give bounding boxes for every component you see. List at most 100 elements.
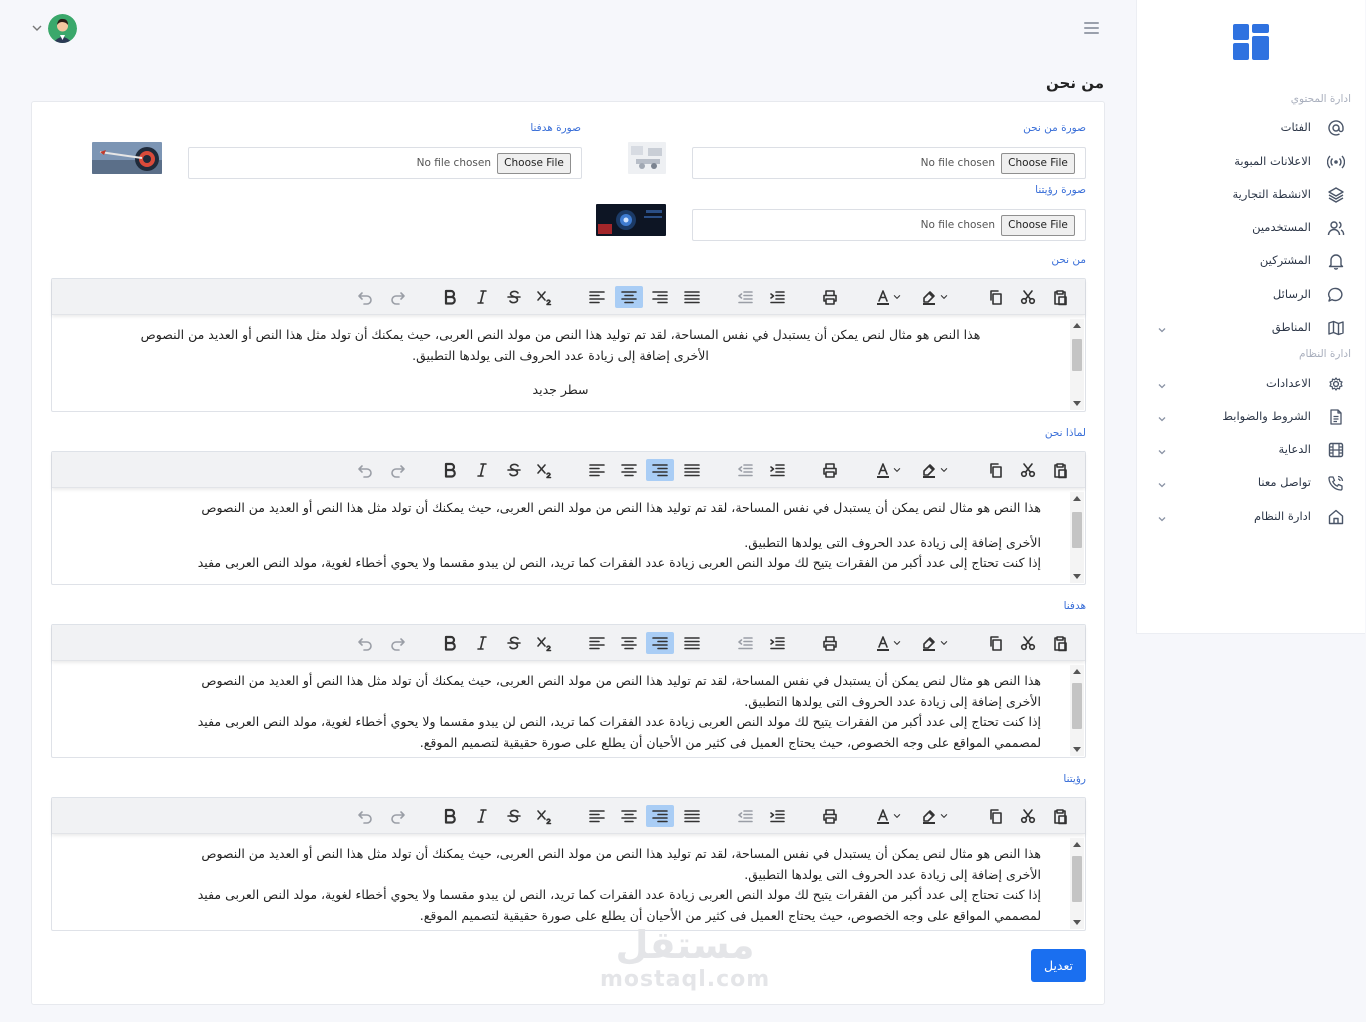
undo-icon[interactable] — [351, 459, 379, 481]
strikethrough-icon[interactable] — [500, 286, 528, 308]
sidebar-item-classified-ads[interactable]: الاعلانات المبوبة — [1136, 147, 1365, 177]
undo-icon[interactable] — [351, 632, 379, 654]
dashboard-logo-icon[interactable] — [1233, 24, 1269, 60]
strikethrough-icon[interactable] — [500, 632, 528, 654]
sidebar-item-subscribers[interactable]: المشتركين — [1136, 246, 1365, 276]
editor-scrollbar[interactable] — [1070, 838, 1084, 929]
choose-file-button[interactable]: Choose File — [497, 153, 571, 174]
highlight-color-dropdown-icon[interactable] — [937, 632, 951, 654]
italic-icon[interactable] — [468, 286, 496, 308]
print-icon[interactable] — [816, 805, 844, 827]
align-right-icon[interactable] — [646, 805, 674, 827]
highlight-color-dropdown-icon[interactable] — [937, 459, 951, 481]
indent-icon[interactable] — [763, 286, 791, 308]
font-color-dropdown-icon[interactable] — [890, 805, 904, 827]
sidebar-item-settings[interactable]: الاعدادات — [1136, 369, 1365, 399]
undo-icon[interactable] — [351, 286, 379, 308]
sidebar-item-system-admin[interactable]: ادارة النظام — [1136, 502, 1365, 532]
indent-icon[interactable] — [763, 805, 791, 827]
editor-scrollbar[interactable] — [1070, 492, 1084, 583]
copy-icon[interactable] — [982, 805, 1010, 827]
user-menu-chevron-icon[interactable] — [30, 20, 44, 34]
sidebar-item-terms[interactable]: الشروط والضوابط — [1136, 402, 1365, 432]
menu-toggle-icon[interactable] — [1084, 22, 1099, 34]
print-icon[interactable] — [816, 632, 844, 654]
vision-rich-text-editor[interactable]: هذا النص هو مثال لنص يمكن أن يستبدل في ن… — [51, 797, 1086, 931]
outdent-icon[interactable] — [731, 286, 759, 308]
sidebar-item-regions[interactable]: المناطق — [1136, 313, 1365, 343]
paste-icon[interactable] — [1046, 459, 1074, 481]
paste-icon[interactable] — [1046, 286, 1074, 308]
align-left-icon[interactable] — [583, 632, 611, 654]
avatar[interactable] — [48, 14, 77, 43]
indent-icon[interactable] — [763, 632, 791, 654]
align-justify-icon[interactable] — [678, 805, 706, 827]
align-center-icon[interactable] — [615, 805, 643, 827]
outdent-icon[interactable] — [731, 459, 759, 481]
redo-icon[interactable] — [384, 805, 412, 827]
sidebar-item-contact[interactable]: تواصل معنا — [1136, 468, 1365, 498]
editor-content[interactable]: هذا النص هو مثال لنص يمكن أن يستبدل في ن… — [52, 663, 1069, 757]
align-right-icon[interactable] — [646, 286, 674, 308]
align-right-icon[interactable] — [646, 459, 674, 481]
align-center-icon[interactable] — [615, 286, 643, 308]
italic-icon[interactable] — [468, 805, 496, 827]
goal-rich-text-editor[interactable]: هذا النص هو مثال لنص يمكن أن يستبدل في ن… — [51, 624, 1086, 758]
why-us-rich-text-editor[interactable]: هذا النص هو مثال لنص يمكن أن يستبدل في ن… — [51, 451, 1086, 585]
redo-icon[interactable] — [384, 286, 412, 308]
align-left-icon[interactable] — [583, 286, 611, 308]
cut-icon[interactable] — [1014, 459, 1042, 481]
indent-icon[interactable] — [763, 459, 791, 481]
bold-icon[interactable] — [436, 286, 464, 308]
highlight-color-dropdown-icon[interactable] — [937, 286, 951, 308]
editor-content[interactable]: هذا النص هو مثال لنص يمكن أن يستبدل في ن… — [52, 317, 1069, 411]
bold-icon[interactable] — [436, 805, 464, 827]
outdent-icon[interactable] — [731, 805, 759, 827]
align-center-icon[interactable] — [615, 459, 643, 481]
print-icon[interactable] — [816, 286, 844, 308]
redo-icon[interactable] — [384, 632, 412, 654]
copy-icon[interactable] — [982, 632, 1010, 654]
editor-scrollbar[interactable] — [1070, 319, 1084, 410]
subscript-icon[interactable] — [531, 459, 559, 481]
sidebar-item-messages[interactable]: الرسائل — [1136, 280, 1365, 310]
bold-icon[interactable] — [436, 632, 464, 654]
italic-icon[interactable] — [468, 632, 496, 654]
align-justify-icon[interactable] — [678, 459, 706, 481]
about-image-file-input[interactable]: No file chosen Choose File — [692, 147, 1086, 179]
subscript-icon[interactable] — [531, 805, 559, 827]
cut-icon[interactable] — [1014, 632, 1042, 654]
align-justify-icon[interactable] — [678, 632, 706, 654]
about-rich-text-editor[interactable]: هذا النص هو مثال لنص يمكن أن يستبدل في ن… — [51, 278, 1086, 412]
editor-content[interactable]: هذا النص هو مثال لنص يمكن أن يستبدل في ن… — [52, 836, 1069, 930]
choose-file-button[interactable]: Choose File — [1001, 153, 1075, 174]
font-color-dropdown-icon[interactable] — [890, 286, 904, 308]
cut-icon[interactable] — [1014, 805, 1042, 827]
goal-image-file-input[interactable]: No file chosen Choose File — [188, 147, 582, 179]
undo-icon[interactable] — [351, 805, 379, 827]
paste-icon[interactable] — [1046, 805, 1074, 827]
align-left-icon[interactable] — [583, 459, 611, 481]
font-color-dropdown-icon[interactable] — [890, 632, 904, 654]
redo-icon[interactable] — [384, 459, 412, 481]
copy-icon[interactable] — [982, 459, 1010, 481]
submit-button[interactable]: تعديل — [1031, 949, 1086, 982]
sidebar-item-categories[interactable]: الفئات — [1136, 113, 1365, 143]
align-justify-icon[interactable] — [678, 286, 706, 308]
paste-icon[interactable] — [1046, 632, 1074, 654]
copy-icon[interactable] — [982, 286, 1010, 308]
cut-icon[interactable] — [1014, 286, 1042, 308]
font-color-dropdown-icon[interactable] — [890, 459, 904, 481]
sidebar-item-advertising[interactable]: الدعاية — [1136, 435, 1365, 465]
strikethrough-icon[interactable] — [500, 459, 528, 481]
subscript-icon[interactable] — [531, 632, 559, 654]
subscript-icon[interactable] — [531, 286, 559, 308]
editor-scrollbar[interactable] — [1070, 665, 1084, 756]
vision-image-file-input[interactable]: No file chosen Choose File — [692, 209, 1086, 241]
align-right-icon[interactable] — [646, 632, 674, 654]
align-center-icon[interactable] — [615, 632, 643, 654]
align-left-icon[interactable] — [583, 805, 611, 827]
editor-content[interactable]: هذا النص هو مثال لنص يمكن أن يستبدل في ن… — [52, 490, 1069, 584]
choose-file-button[interactable]: Choose File — [1001, 215, 1075, 236]
strikethrough-icon[interactable] — [500, 805, 528, 827]
